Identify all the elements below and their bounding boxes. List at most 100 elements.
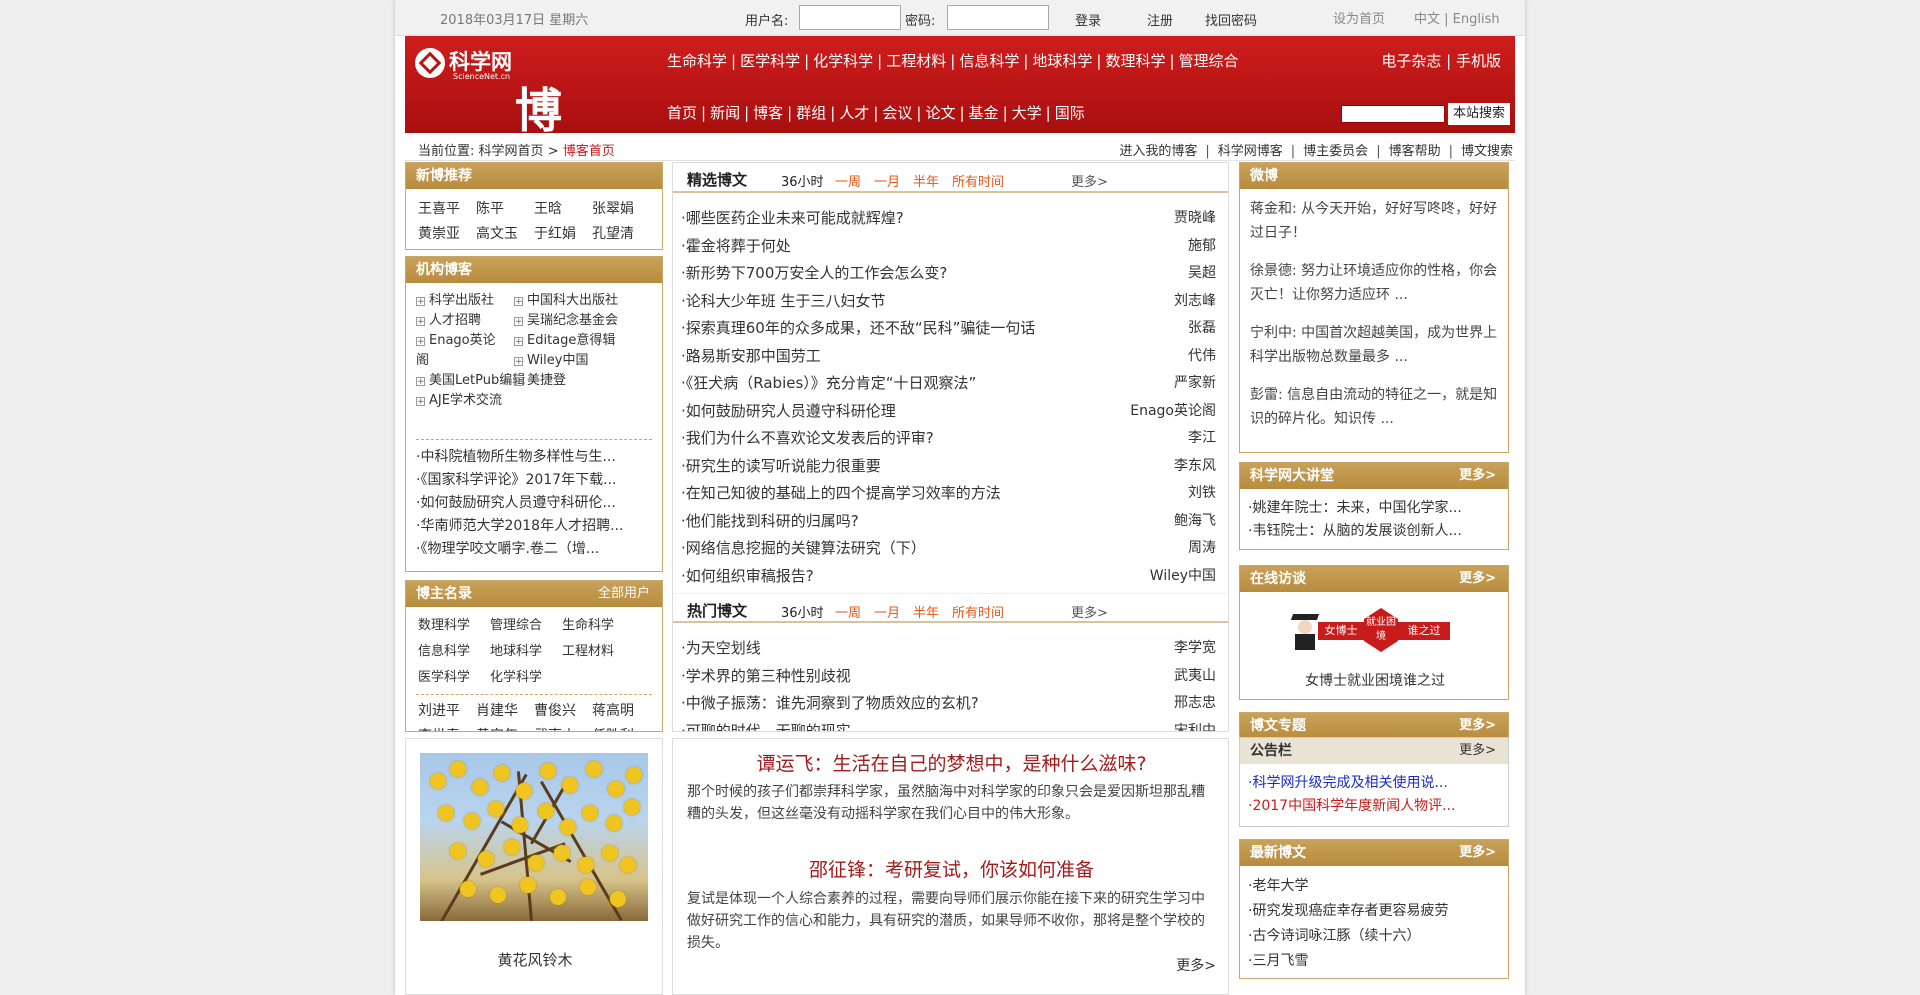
article-title[interactable]: ·他们能找到科研的归属吗? — [681, 512, 859, 530]
blogger-name[interactable]: 孔望清 — [592, 222, 650, 247]
institution-post-link[interactable]: ·《物理学咬文嚼字.卷二（增... — [416, 538, 652, 561]
topics-more-link[interactable]: 更多> — [1459, 713, 1496, 737]
blogger-category[interactable]: 化学科学 — [490, 665, 562, 691]
breadcrumb-current[interactable]: 博客首页 — [563, 144, 615, 159]
photo-caption[interactable]: 黄花风铃木 — [406, 949, 664, 970]
institution-item[interactable]: + Editage意得辑 — [514, 331, 662, 351]
article-author[interactable]: 贾晓峰 — [1174, 205, 1216, 233]
article-author[interactable]: 鲍海飞 — [1174, 508, 1216, 536]
article-title[interactable]: ·在知己知彼的基础上的四个提高学习效率的方法 — [681, 484, 1001, 502]
notice-item[interactable]: ·2017中国科学年度新闻人物评... — [1248, 795, 1498, 818]
site-search-input[interactable] — [1341, 105, 1445, 123]
latest-post-item[interactable]: ·古今诗词咏江豚（续十六） — [1248, 924, 1498, 949]
article-author[interactable]: Enago英论阁 — [1130, 398, 1216, 426]
lecture-item[interactable]: ·姚建年院士：未来，中国化学家... — [1248, 497, 1498, 520]
lecture-item[interactable]: ·韦钰院士：从脑的发展谈创新人... — [1248, 520, 1498, 543]
weibo-post[interactable]: 蒋金和: 从今天开始，好好写咚咚，好好过日子！ — [1250, 197, 1508, 245]
subject-nav-item[interactable]: 管理综合 — [1179, 52, 1239, 70]
blogger-name[interactable]: 黄安年 — [476, 724, 534, 731]
institution-post-link[interactable]: ·如何鼓励研究人员遵守科研伦... — [416, 492, 652, 515]
institution-item[interactable]: + Wiley中国 — [514, 351, 662, 371]
latest-post-item[interactable]: ·老年大学 — [1248, 874, 1498, 899]
article-author[interactable]: 武夷山 — [1174, 663, 1216, 691]
username-input[interactable] — [799, 5, 901, 30]
recover-password-link[interactable]: 找回密码 — [1205, 10, 1257, 29]
blogger-name[interactable]: 于红娟 — [534, 222, 592, 247]
blogger-category[interactable]: 地球科学 — [490, 639, 562, 665]
feature-more-link[interactable]: 更多> — [1176, 955, 1216, 975]
article-title[interactable]: ·哪些医药企业未来可能成就辉煌? — [681, 209, 904, 227]
article-author[interactable]: 施郁 — [1188, 233, 1216, 261]
article-title[interactable]: ·论科大少年班 生于三八妇女节 — [681, 292, 886, 310]
blogger-category[interactable]: 信息科学 — [418, 639, 490, 665]
main-nav-item[interactable]: 会议 — [882, 104, 912, 122]
institution-post-link[interactable]: ·中科院植物所生物多样性与生... — [416, 446, 652, 469]
main-nav-item[interactable]: 新闻 — [710, 104, 740, 122]
article-title[interactable]: ·我们为什么不喜欢论文发表后的评审? — [681, 429, 934, 447]
blogger-category[interactable]: 工程材料 — [562, 639, 634, 665]
top-link[interactable]: 博主委员会 — [1303, 144, 1368, 159]
blogger-name[interactable]: 蒋高明 — [592, 699, 650, 724]
interview-banner[interactable]: 女博士 就业困境 谁之过 — [1290, 608, 1452, 652]
article-author[interactable]: 代伟 — [1188, 343, 1216, 371]
blogger-name[interactable]: 任胜利 — [592, 724, 650, 731]
institution-post-link[interactable]: ·华南师范大学2018年人才招聘... — [416, 515, 652, 538]
institution-item[interactable]: + 中国科大出版社 — [514, 291, 662, 311]
interview-more-link[interactable]: 更多> — [1459, 566, 1496, 592]
article-title[interactable]: ·《狂犬病（Rabies）》充分肯定“十日观察法” — [681, 374, 976, 392]
filter-36h[interactable]: 36小时 — [781, 171, 824, 190]
blogger-category[interactable]: 数理科学 — [418, 613, 490, 639]
main-nav-item[interactable]: 基金 — [969, 104, 999, 122]
filter-36h[interactable]: 36小时 — [781, 602, 824, 621]
language-switch[interactable]: 中文 | English — [1414, 8, 1500, 27]
subject-nav-item[interactable]: 医学科学 — [740, 52, 800, 70]
blogger-name[interactable]: 武夷山 — [534, 724, 592, 731]
blogger-category[interactable]: 生命科学 — [562, 613, 634, 639]
filter-week[interactable]: 一周 — [835, 602, 861, 621]
filter-halfyear[interactable]: 半年 — [913, 602, 939, 621]
article-author[interactable]: 宋利中 — [1174, 718, 1216, 732]
set-home-link[interactable]: 设为首页 — [1333, 8, 1385, 27]
blogger-name[interactable]: 高文玉 — [476, 222, 534, 247]
filter-week[interactable]: 一周 — [835, 171, 861, 190]
breadcrumb-home[interactable]: 科学网首页 — [479, 144, 544, 159]
top-link[interactable]: 进入我的博客 — [1119, 144, 1197, 159]
weibo-post[interactable]: 彭雷: 信息自由流动的特征之一，就是知识的碎片化。知识传 ... — [1250, 383, 1508, 431]
blogger-name[interactable]: 曹俊兴 — [534, 699, 592, 724]
lectures-more-link[interactable]: 更多> — [1459, 463, 1496, 489]
main-nav-item[interactable]: 博客 — [753, 104, 783, 122]
top-link[interactable]: 博文搜索 — [1461, 144, 1513, 159]
article-author[interactable]: 周涛 — [1188, 535, 1216, 563]
blogger-name[interactable]: 刘进平 — [418, 699, 476, 724]
article-author[interactable]: 邢志忠 — [1174, 690, 1216, 718]
latest-post-item[interactable]: ·研究发现癌症幸存者更容易疲劳 — [1248, 899, 1498, 924]
register-link[interactable]: 注册 — [1147, 10, 1173, 29]
institution-post-link[interactable]: ·《国家科学评论》2017年下载... — [416, 469, 652, 492]
subject-nav-item[interactable]: 数理科学 — [1105, 52, 1165, 70]
flower-photo[interactable] — [420, 753, 648, 921]
blogger-name[interactable]: 王喜平 — [418, 197, 476, 222]
featured-more-link[interactable]: 更多> — [1071, 171, 1108, 190]
filter-month[interactable]: 一月 — [874, 602, 900, 621]
blogger-name[interactable]: 李世春 — [418, 724, 476, 731]
blogger-name[interactable]: 黄崇亚 — [418, 222, 476, 247]
article-title[interactable]: ·路易斯安那中国劳工 — [681, 347, 821, 365]
institution-item[interactable]: + 吴瑞纪念基金会 — [514, 311, 662, 331]
subject-nav-item[interactable]: 生命科学 — [667, 52, 727, 70]
article-author[interactable]: 李学宽 — [1174, 635, 1216, 663]
article-title[interactable]: ·如何鼓励研究人员遵守科研伦理 — [681, 402, 896, 420]
article-title[interactable]: ·新形势下700万安全人的工作会怎么变? — [681, 264, 947, 282]
weibo-post[interactable]: 宁利中: 中国首次超越美国，成为世界上科学出版物总数量最多 ... — [1250, 321, 1508, 369]
site-search-button[interactable]: 本站搜索 — [1448, 103, 1510, 125]
article-title[interactable]: ·学术界的第三种性别歧视 — [681, 667, 851, 685]
password-input[interactable] — [947, 5, 1049, 30]
blogger-name[interactable]: 王晗 — [534, 197, 592, 222]
article-title[interactable]: ·研究生的读写听说能力很重要 — [681, 457, 881, 475]
notice-item[interactable]: ·科学网升级完成及相关使用说... — [1248, 772, 1498, 795]
filter-month[interactable]: 一月 — [874, 171, 900, 190]
article-author[interactable]: 刘志峰 — [1174, 288, 1216, 316]
filter-halfyear[interactable]: 半年 — [913, 171, 939, 190]
article-author[interactable]: 李东风 — [1174, 453, 1216, 481]
subject-nav-item[interactable]: 工程材料 — [886, 52, 946, 70]
article-title[interactable]: ·霍金将葬于何处 — [681, 237, 791, 255]
